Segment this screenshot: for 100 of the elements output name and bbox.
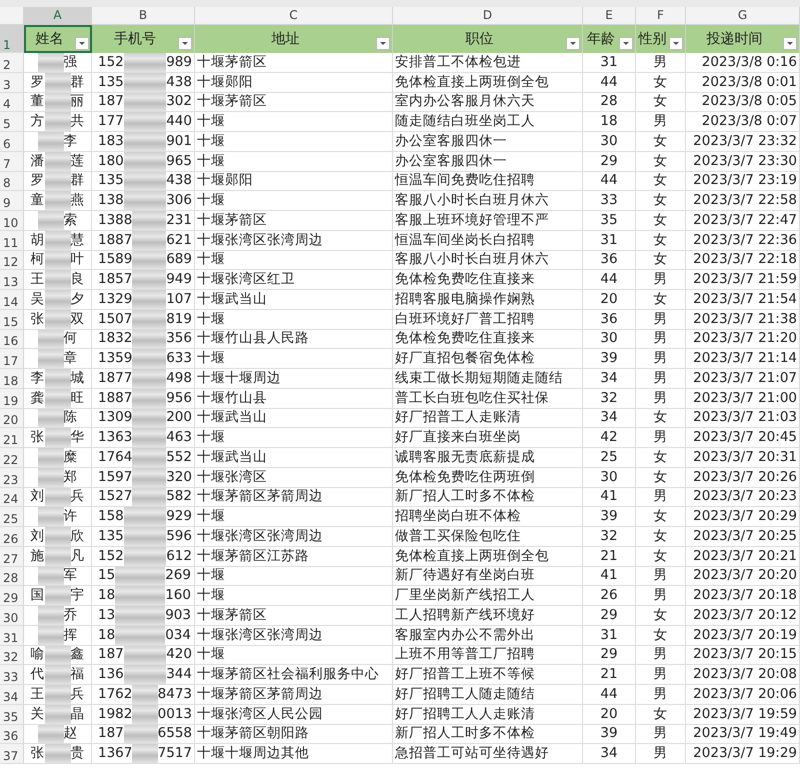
name-text: 胡: [30, 230, 44, 250]
phone-text: 1857: [98, 270, 132, 290]
name-text: 慧: [70, 230, 84, 250]
blur-patch: [132, 270, 166, 290]
blur-patch: [38, 468, 64, 487]
phone-text: 420: [166, 646, 192, 664]
name-text: 夕: [70, 290, 84, 309]
caret-icon: [623, 42, 629, 45]
name-text: 国: [30, 586, 44, 606]
filter-button[interactable]: [619, 37, 633, 50]
header-cell[interactable]: 投递时间: [686, 25, 800, 53]
table-cell: 39: [583, 507, 636, 527]
table-cell: 32: [583, 527, 636, 547]
phone-text: 034: [165, 626, 191, 645]
table-cell: 十堰十堰周边: [195, 369, 393, 389]
row-number: 11: [0, 230, 24, 250]
column-header[interactable]: A: [24, 7, 92, 24]
header-cell[interactable]: 地址: [195, 25, 393, 53]
phone-text: 0013: [158, 704, 192, 724]
column-header[interactable]: B: [92, 7, 195, 24]
filter-button[interactable]: [566, 37, 580, 50]
phone-text: 1507: [98, 310, 132, 329]
name-text: 军: [64, 566, 78, 586]
header-cell[interactable]: 手机号: [92, 25, 195, 53]
phone-text: 596: [166, 527, 192, 546]
table-cell: 十堰郧阳: [195, 72, 393, 92]
column-header[interactable]: D: [393, 7, 583, 24]
phone-text: 1877: [98, 369, 132, 388]
name-text: 代: [30, 665, 44, 684]
table-cell: 2023/3/8 0:01: [686, 72, 800, 92]
blur-patch: [132, 349, 166, 368]
blur-patch: [44, 250, 70, 270]
blur-patch: [132, 310, 166, 329]
table-cell: 女: [636, 191, 686, 211]
table-cell: 35: [583, 211, 636, 231]
blur-patch: [132, 744, 158, 764]
name-text: 华: [70, 428, 84, 448]
header-cell[interactable]: 职位: [393, 25, 583, 53]
table-cell: 十堰十堰周边其他: [195, 744, 393, 764]
column-header[interactable]: E: [583, 7, 636, 24]
filter-button[interactable]: [75, 37, 89, 50]
name-text: 潘: [30, 152, 44, 171]
name-text: 刘: [30, 527, 44, 546]
phone-text: 1309: [98, 408, 132, 428]
table-cell: 2023/3/7 21:59: [686, 270, 800, 290]
header-cell[interactable]: 性别: [636, 25, 686, 53]
table-cell: 2023/3/7 20:29: [686, 507, 800, 527]
table-cell: 十堰茅箭区茅箭周边: [195, 685, 393, 705]
table-cell: 30: [583, 468, 636, 488]
filter-button[interactable]: [178, 37, 192, 50]
blur-patch: [124, 53, 166, 72]
filter-button[interactable]: [783, 37, 797, 50]
table-cell: 2023/3/7 19:59: [686, 704, 800, 724]
filter-button[interactable]: [669, 37, 683, 50]
row-number: 15: [0, 310, 24, 330]
column-header[interactable]: F: [636, 7, 686, 24]
table-cell: 2023/3/7 20:19: [686, 626, 800, 646]
name-text: 王: [30, 270, 44, 290]
table-cell: 2023/3/7 20:31: [686, 448, 800, 468]
blur-patch: [124, 112, 166, 131]
table-cell: 客服八小时长白班月休六: [393, 250, 583, 270]
header-cell[interactable]: 姓名: [24, 25, 92, 53]
header-cell[interactable]: 年龄: [583, 25, 636, 53]
name-text: 罗: [30, 72, 44, 92]
table-cell: 十堰: [195, 191, 393, 211]
column-header[interactable]: C: [195, 7, 393, 24]
name-text: 良: [70, 270, 84, 290]
table-cell: 26: [583, 586, 636, 606]
table-cell: 十堰: [195, 132, 393, 152]
phone-text: 7517: [158, 744, 192, 764]
table-cell: 2023/3/7 19:29: [686, 744, 800, 764]
table-cell: 2023/3/7 20:06: [686, 685, 800, 705]
phone-text: 306: [166, 191, 192, 210]
table-cell: 男: [636, 724, 686, 744]
table-cell: 免体检免费吃住直接来: [393, 270, 583, 290]
phone-text: 552: [166, 448, 192, 467]
phone-text: 1527: [98, 488, 132, 506]
blur-patch: [132, 211, 166, 230]
table-cell: 好厂招普工人走账清: [393, 408, 583, 428]
table-cell: 男: [636, 428, 686, 448]
blur-patch: [115, 586, 166, 606]
blur-patch: [132, 448, 166, 467]
table-cell: 2023/3/7 20:25: [686, 527, 800, 547]
column-header[interactable]: G: [686, 7, 800, 24]
table-cell: 女: [636, 211, 686, 231]
table-cell: 2023/3/7 20:15: [686, 646, 800, 666]
filter-button[interactable]: [376, 37, 390, 50]
blur-patch: [38, 330, 64, 348]
table-cell: 2023/3/7 22:18: [686, 250, 800, 270]
name-text: 章: [64, 349, 78, 368]
table-cell: 男: [636, 388, 686, 408]
table-cell: 女: [636, 448, 686, 468]
table-cell: 34: [583, 408, 636, 428]
table-cell: 好厂招普工上班不等候: [393, 665, 583, 685]
blur-patch: [44, 310, 70, 329]
table-cell: 2023/3/7 21:54: [686, 290, 800, 310]
blur-patch: [124, 546, 166, 566]
phone-text: 1363: [98, 428, 132, 448]
blur-patch: [38, 211, 64, 230]
name-text: 福: [70, 665, 84, 684]
